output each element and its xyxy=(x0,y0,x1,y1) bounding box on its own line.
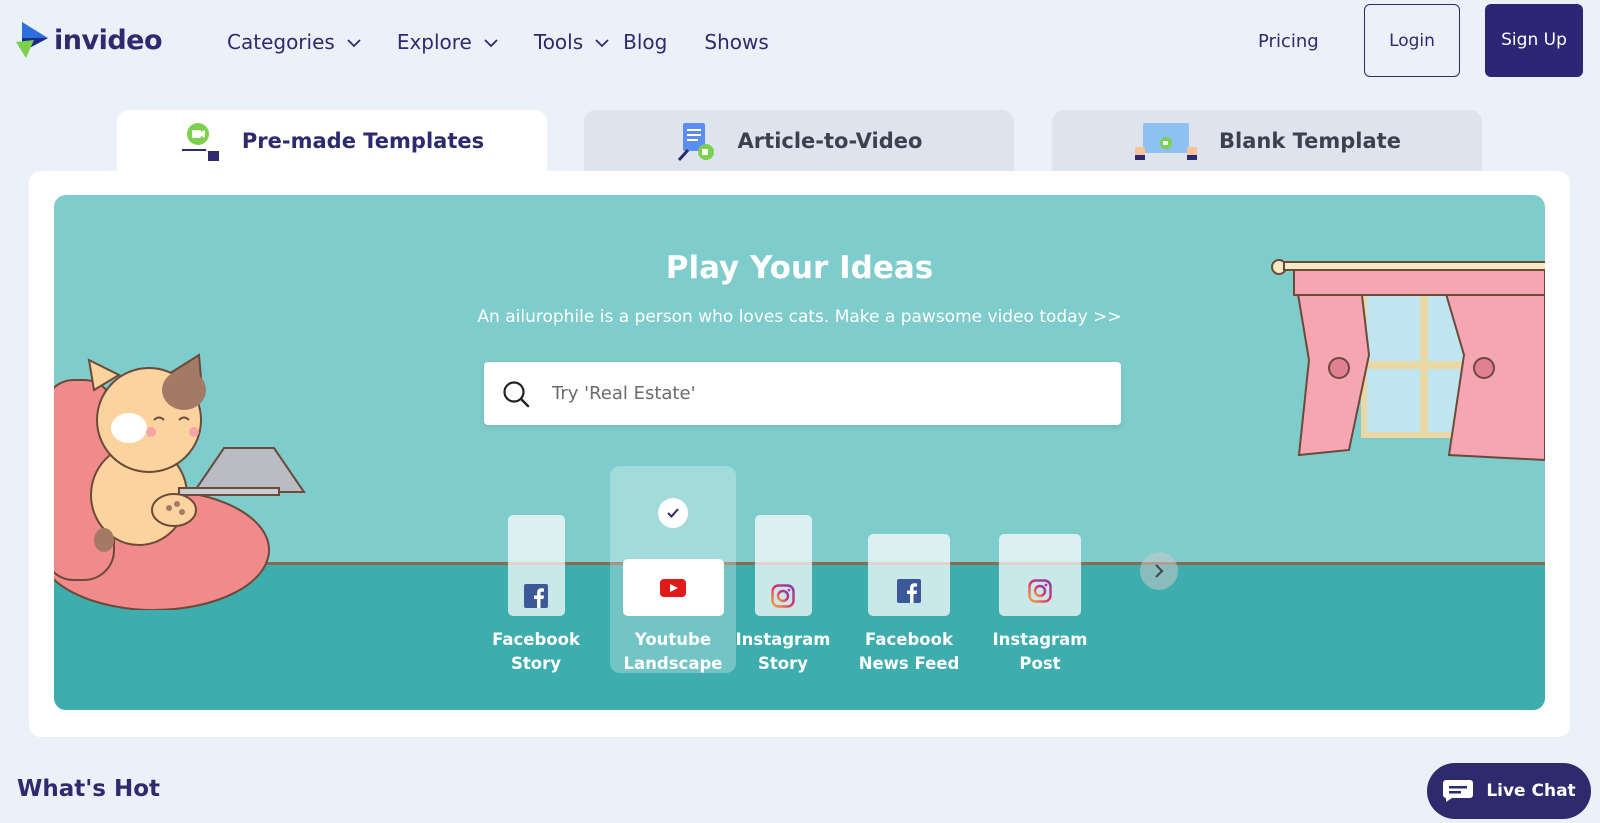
chevron-down-icon xyxy=(595,38,609,47)
signup-button[interactable]: Sign Up xyxy=(1485,4,1583,77)
blank-canvas-icon xyxy=(1135,123,1198,160)
format-instagram-story-label: Instagram Story xyxy=(735,630,831,673)
format-facebook-story[interactable]: Facebook Story xyxy=(491,515,581,676)
main-nav: Categories Explore Tools Blog Shows xyxy=(227,30,769,54)
logo-text: invideo xyxy=(54,24,163,56)
chat-bubble-icon xyxy=(1443,780,1474,802)
youtube-icon xyxy=(660,578,686,597)
tab-pre-made-templates[interactable]: Pre-made Templates xyxy=(117,110,547,172)
format-instagram-story[interactable]: Instagram Story xyxy=(735,515,831,676)
format-thumbnail xyxy=(999,534,1081,616)
hero-banner: Play Your Ideas An ailurophile is a pers… xyxy=(54,195,1545,710)
selected-check-icon xyxy=(658,498,688,528)
format-facebook-news-feed-label: Facebook News Feed xyxy=(858,630,960,673)
facebook-icon xyxy=(897,579,921,603)
nav-tools[interactable]: Tools xyxy=(534,30,609,54)
format-thumbnail xyxy=(754,515,812,616)
video-template-icon xyxy=(181,123,219,161)
nav-explore[interactable]: Explore xyxy=(397,30,498,54)
cat-with-laptop-illustration xyxy=(54,353,306,610)
nav-tools-label: Tools xyxy=(533,30,584,54)
tab-blank-template-label: Blank Template xyxy=(1219,129,1401,153)
chevron-down-icon xyxy=(347,38,361,47)
tab-pre-made-templates-label: Pre-made Templates xyxy=(241,129,485,153)
nav-blog-label: Blog xyxy=(623,30,668,54)
live-chat-label: Live Chat xyxy=(1486,781,1576,801)
hero-subtitle[interactable]: An ailurophile is a person who loves cat… xyxy=(54,307,1545,327)
format-thumbnail xyxy=(622,559,724,616)
nav-explore-label: Explore xyxy=(396,30,472,54)
format-instagram-post[interactable]: Instagram Post xyxy=(990,534,1090,676)
nav-shows[interactable]: Shows xyxy=(704,30,768,54)
format-instagram-post-label: Instagram Post xyxy=(992,630,1088,673)
chevron-right-icon xyxy=(1155,564,1164,578)
template-search-box xyxy=(484,362,1121,425)
format-thumbnail xyxy=(507,515,565,616)
nav-blog[interactable]: Blog xyxy=(623,30,667,54)
section-title-whats-hot: What's Hot xyxy=(17,776,161,802)
site-header: invideo Categories Explore Tools Blog Sh… xyxy=(0,0,1600,86)
nav-categories[interactable]: Categories xyxy=(227,30,361,54)
logo[interactable]: invideo xyxy=(16,20,163,60)
login-button[interactable]: Login xyxy=(1364,4,1460,77)
format-thumbnail xyxy=(868,534,950,616)
hero-title: Play Your Ideas xyxy=(665,250,934,286)
tab-article-to-video[interactable]: Article-to-Video xyxy=(584,110,1014,172)
nav-categories-label: Categories xyxy=(227,30,335,54)
search-icon xyxy=(503,381,530,408)
chevron-down-icon xyxy=(484,38,498,47)
pricing-link[interactable]: Pricing xyxy=(1258,31,1319,52)
nav-shows-label: Shows xyxy=(704,30,769,54)
live-chat-button[interactable]: Live Chat xyxy=(1427,763,1591,819)
format-facebook-story-label: Facebook Story xyxy=(492,630,580,673)
instagram-icon xyxy=(771,583,795,608)
tab-blank-template[interactable]: Blank Template xyxy=(1052,110,1482,172)
format-youtube-landscape[interactable]: Youtube Landscape xyxy=(613,559,733,676)
instagram-icon xyxy=(1028,579,1052,603)
facebook-icon xyxy=(524,583,548,608)
article-document-icon xyxy=(677,123,714,162)
format-facebook-news-feed[interactable]: Facebook News Feed xyxy=(854,534,964,676)
tab-article-to-video-label: Article-to-Video xyxy=(737,129,923,153)
invideo-logo-icon xyxy=(16,22,48,58)
formats-next-button[interactable] xyxy=(1140,552,1178,590)
format-youtube-landscape-label: Youtube Landscape xyxy=(623,630,723,673)
template-search-input[interactable] xyxy=(552,362,1102,425)
